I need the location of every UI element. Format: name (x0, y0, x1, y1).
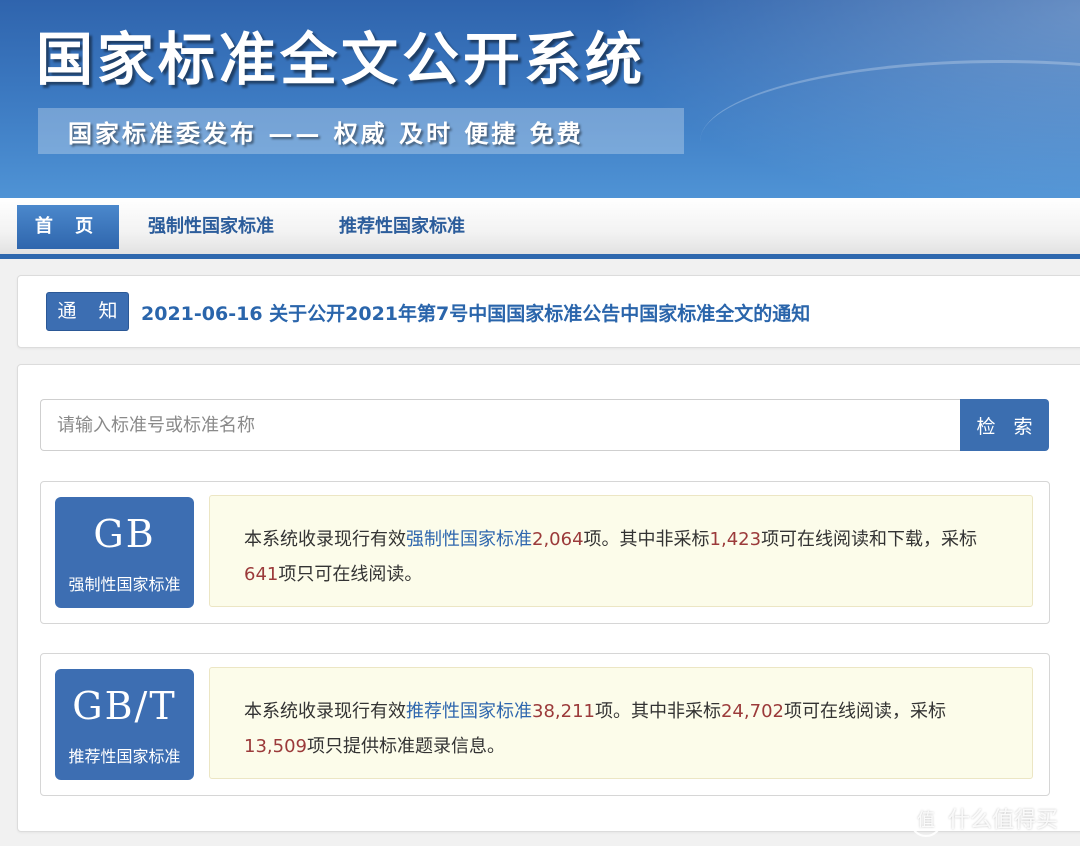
adopted-count: 13,509 (244, 736, 307, 757)
info-text: 项。其中非采标 (583, 529, 710, 550)
standard-card-gbt: GB/T 推荐性国家标准 本系统收录现行有效推荐性国家标准38,211项。其中非… (40, 653, 1050, 796)
gbt-logo-button[interactable]: GB/T 推荐性国家标准 (55, 669, 194, 780)
notice-link[interactable]: 2021-06-16 关于公开2021年第7号中国国家标准公告中国家标准全文的通… (141, 299, 810, 326)
non-adopted-count: 24,702 (720, 701, 784, 722)
header-banner: 国家标准全文公开系统 国家标准委发布 —— 权威 及时 便捷 免费 (0, 0, 1080, 198)
search-button[interactable]: 检 索 (960, 399, 1049, 451)
total-count: 2,064 (532, 529, 584, 550)
info-text: 本系统收录现行有效 (244, 529, 406, 550)
nav-item-mandatory-standards[interactable]: 强制性国家标准 (148, 205, 274, 249)
standard-type-label: 强制性国家标准 (68, 575, 181, 594)
total-count: 38,211 (532, 701, 595, 722)
gb-logo-button[interactable]: GB 强制性国家标准 (55, 497, 194, 608)
site-slogan: 国家标准委发布 —— 权威 及时 便捷 免费 (68, 119, 584, 148)
standard-card-gb: GB 强制性国家标准 本系统收录现行有效强制性国家标准2,064项。其中非采标1… (40, 481, 1050, 624)
standard-code: GB/T (72, 684, 177, 728)
recommended-standards-link[interactable]: 推荐性国家标准 (406, 701, 532, 722)
standard-code: GB (93, 512, 156, 556)
adopted-count: 641 (244, 564, 279, 585)
info-text: 项可在线阅读，采标 (783, 701, 946, 722)
main-nav: 首 页 强制性国家标准 推荐性国家标准 (0, 198, 1080, 254)
standard-info: 本系统收录现行有效推荐性国家标准38,211项。其中非采标24,702项可在线阅… (209, 667, 1033, 779)
nav-item-recommended-standards[interactable]: 推荐性国家标准 (339, 205, 465, 249)
nav-item-home[interactable]: 首 页 (17, 205, 119, 249)
info-text: 项。其中非采标 (594, 701, 721, 722)
info-text: 本系统收录现行有效 (244, 701, 406, 722)
mandatory-standards-link[interactable]: 强制性国家标准 (406, 529, 532, 550)
info-text: 项可在线阅读和下载，采标 (761, 529, 978, 550)
watermark-logo-icon: 值 (910, 805, 942, 837)
search-input[interactable] (40, 399, 975, 451)
site-title: 国家标准全文公开系统 (36, 26, 646, 93)
standard-info: 本系统收录现行有效强制性国家标准2,064项。其中非采标1,423项可在线阅读和… (209, 495, 1033, 607)
nav-divider (0, 254, 1080, 259)
main-panel: 检 索 GB 强制性国家标准 本系统收录现行有效强制性国家标准2,064项。其中… (17, 364, 1080, 832)
watermark: 值什么值得买 (910, 802, 1058, 837)
watermark-text: 什么值得买 (948, 808, 1059, 833)
non-adopted-count: 1,423 (709, 529, 762, 550)
info-text: 项只可在线阅读。 (278, 564, 423, 585)
notice-panel: 通 知 2021-06-16 关于公开2021年第7号中国国家标准公告中国家标准… (17, 275, 1080, 348)
standard-type-label: 推荐性国家标准 (68, 747, 181, 766)
notice-badge: 通 知 (46, 292, 129, 331)
info-text: 项只提供标准题录信息。 (306, 736, 505, 757)
